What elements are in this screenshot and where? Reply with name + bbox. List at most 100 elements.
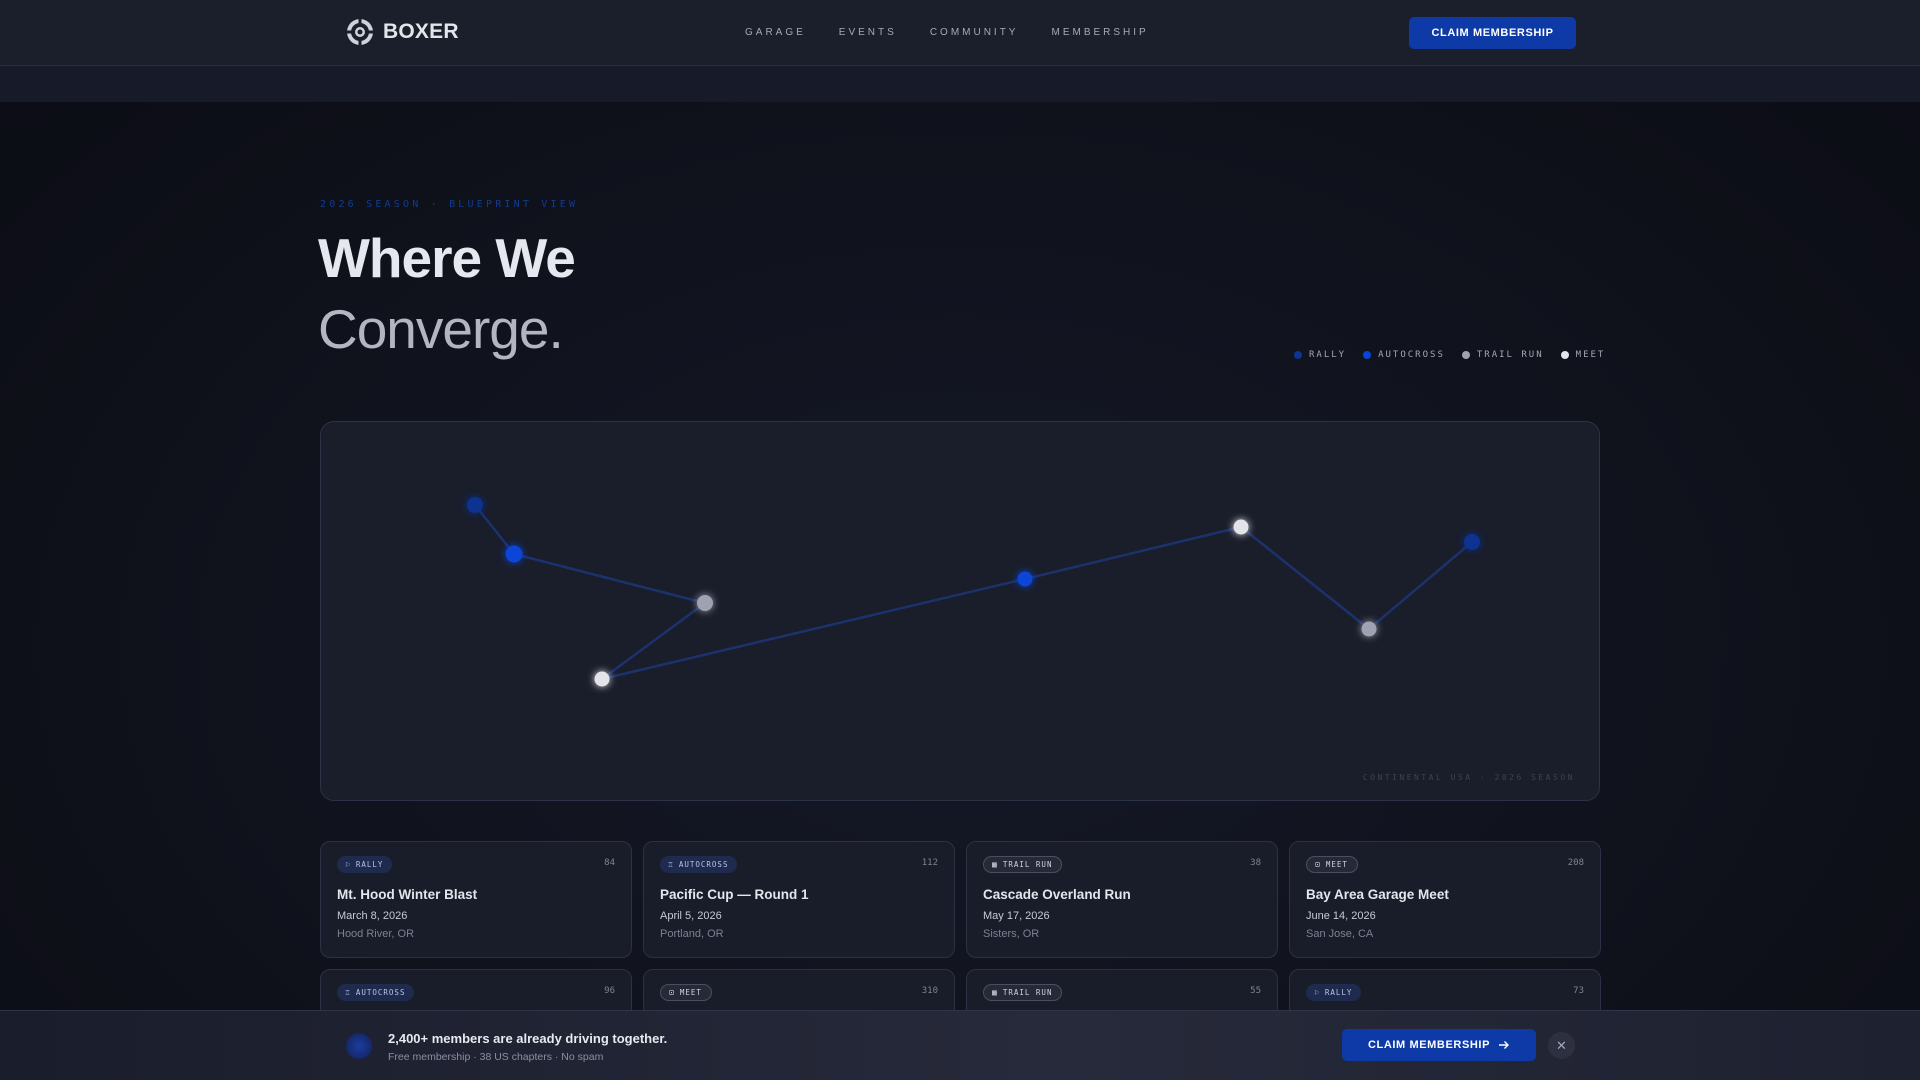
- event-type-badge: ♖ AUTOCROSS: [337, 984, 415, 1001]
- legend-label: MEET: [1575, 350, 1606, 360]
- banner-cta-label: CLAIM MEMBERSHIP: [1367, 1039, 1491, 1051]
- legend-dot-rally: [1294, 351, 1302, 359]
- car-icon: ⊡: [1315, 860, 1321, 869]
- event-type-label: MEET: [679, 988, 702, 997]
- sub-header-strip: [0, 66, 1920, 102]
- route-lines: [474, 504, 1473, 681]
- event-location: Sisters, OR: [983, 928, 1040, 940]
- legend-label: TRAIL RUN: [1476, 350, 1544, 360]
- event-type-label: TRAIL RUN: [1002, 988, 1053, 997]
- legend-dot-autocross: [1363, 351, 1372, 359]
- event-map-panel: CONTINENTAL USA · 2026 SEASON: [320, 421, 1600, 801]
- event-marker-rally[interactable]: [467, 497, 483, 513]
- event-marker-rally[interactable]: [1464, 534, 1480, 550]
- legend-item-autocross: AUTOCROSS: [1363, 350, 1445, 360]
- event-type-badge: ♖ AUTOCROSS: [660, 856, 738, 873]
- event-date: April 5, 2026: [660, 910, 722, 922]
- nav-link-membership[interactable]: MEMBERSHIP: [1051, 27, 1148, 38]
- event-attendee-count: 310: [921, 986, 938, 996]
- event-attendee-count: 208: [1567, 858, 1584, 868]
- route-segment: [1024, 525, 1242, 581]
- map-legend: RALLY AUTOCROSS TRAIL RUN MEET: [1294, 350, 1605, 360]
- event-type-badge: ▦ TRAIL RUN: [983, 856, 1063, 873]
- nav-link-events[interactable]: EVENTS: [839, 27, 897, 38]
- nav-links: GARAGE EVENTS COMMUNITY MEMBERSHIP: [745, 27, 1149, 38]
- arrow-right-icon: [1499, 1041, 1510, 1049]
- legend-label: AUTOCROSS: [1378, 350, 1445, 360]
- event-type-label: RALLY: [1324, 988, 1353, 997]
- event-title: Pacific Cup — Round 1: [660, 887, 809, 902]
- event-date: June 14, 2026: [1306, 910, 1376, 922]
- event-route-map: [467, 497, 1480, 687]
- aperture-gear-icon: [346, 18, 374, 46]
- event-title: Mt. Hood Winter Blast: [337, 887, 478, 902]
- event-type-badge: ⊡ MEET: [660, 984, 712, 1001]
- event-title: Cascade Overland Run: [983, 887, 1131, 902]
- legend-item-meet: MEET: [1560, 350, 1606, 360]
- banner-subtext: Free membership · 38 US chapters · No sp…: [388, 1051, 604, 1063]
- trophy-icon: ♖: [668, 860, 674, 869]
- event-type-label: AUTOCROSS: [678, 860, 729, 869]
- map-icon: ▦: [992, 860, 998, 869]
- event-location: Hood River, OR: [337, 928, 415, 940]
- membership-banner: 2,400+ members are already driving toget…: [0, 1010, 1920, 1080]
- nav-link-community[interactable]: COMMUNITY: [930, 27, 1019, 38]
- event-attendee-count: 73: [1573, 986, 1584, 996]
- event-type-badge: ⚐ RALLY: [337, 856, 393, 873]
- event-location: Portland, OR: [660, 928, 724, 940]
- event-attendee-count: 96: [604, 986, 615, 996]
- nav-claim-membership-button[interactable]: CLAIM MEMBERSHIP: [1409, 17, 1576, 49]
- event-marker-meet[interactable]: [1233, 519, 1249, 535]
- member-avatar: [346, 1033, 372, 1059]
- map-caption: CONTINENTAL USA · 2026 SEASON: [1362, 773, 1575, 782]
- flag-icon: ⚐: [1314, 988, 1320, 997]
- legend-dot-trail-run: [1461, 351, 1470, 359]
- event-type-badge: ⚐ RALLY: [1306, 984, 1362, 1001]
- legend-dot-meet: [1560, 351, 1569, 359]
- event-marker-trail[interactable]: [1361, 621, 1377, 637]
- close-icon: ✕: [1556, 1037, 1567, 1053]
- event-marker-autocross[interactable]: [505, 545, 523, 563]
- event-title: Bay Area Garage Meet: [1306, 887, 1449, 902]
- hero-eyebrow: 2026 SEASON · BLUEPRINT VIEW: [320, 199, 579, 210]
- event-attendee-count: 84: [604, 858, 615, 868]
- event-marker-meet[interactable]: [594, 671, 610, 687]
- legend-item-trail-run: TRAIL RUN: [1461, 350, 1544, 360]
- event-location: San Jose, CA: [1306, 928, 1374, 940]
- event-type-badge: ▦ TRAIL RUN: [983, 984, 1063, 1001]
- route-segment: [474, 504, 515, 555]
- trophy-icon: ♖: [345, 988, 351, 997]
- event-marker-autocross[interactable]: [1017, 571, 1033, 587]
- route-segment: [1368, 541, 1473, 630]
- flag-icon: ⚐: [345, 860, 351, 869]
- event-attendee-count: 112: [921, 858, 938, 868]
- route-segment: [513, 552, 706, 605]
- banner-headline: 2,400+ members are already driving toget…: [388, 1031, 668, 1046]
- event-date: March 8, 2026: [337, 910, 408, 922]
- event-card[interactable]: ▦ TRAIL RUN 38 Cascade Overland Run May 1…: [966, 841, 1278, 958]
- event-card[interactable]: ♖ AUTOCROSS 112 Pacific Cup — Round 1 Apr…: [643, 841, 955, 958]
- event-attendee-count: 55: [1250, 986, 1261, 996]
- event-type-label: AUTOCROSS: [355, 988, 406, 997]
- event-type-badge: ⊡ MEET: [1306, 856, 1358, 873]
- top-nav: BOXER GARAGE EVENTS COMMUNITY MEMBERSHIP…: [0, 0, 1920, 66]
- event-type-label: MEET: [1325, 860, 1348, 869]
- event-type-label: TRAIL RUN: [1002, 860, 1053, 869]
- event-card[interactable]: ⊡ MEET 208 Bay Area Garage Meet June 14, …: [1289, 841, 1601, 958]
- car-icon: ⊡: [669, 988, 675, 997]
- brand-name: BOXER: [383, 20, 459, 43]
- nav-link-garage[interactable]: GARAGE: [745, 27, 806, 38]
- banner-claim-membership-button[interactable]: CLAIM MEMBERSHIP: [1342, 1029, 1536, 1061]
- legend-item-rally: RALLY: [1294, 350, 1346, 360]
- event-card[interactable]: ⚐ RALLY 84 Mt. Hood Winter Blast March 8,…: [320, 841, 632, 958]
- event-marker-trail[interactable]: [697, 595, 713, 611]
- hero-title-line1: Where We: [318, 227, 576, 289]
- legend-label: RALLY: [1309, 350, 1347, 360]
- brand-logo[interactable]: BOXER: [346, 18, 459, 46]
- event-date: May 17, 2026: [983, 910, 1050, 922]
- event-type-label: RALLY: [355, 860, 384, 869]
- map-icon: ▦: [992, 988, 998, 997]
- event-attendee-count: 38: [1250, 858, 1261, 868]
- route-segment: [1240, 526, 1370, 630]
- banner-close-button[interactable]: ✕: [1548, 1032, 1575, 1059]
